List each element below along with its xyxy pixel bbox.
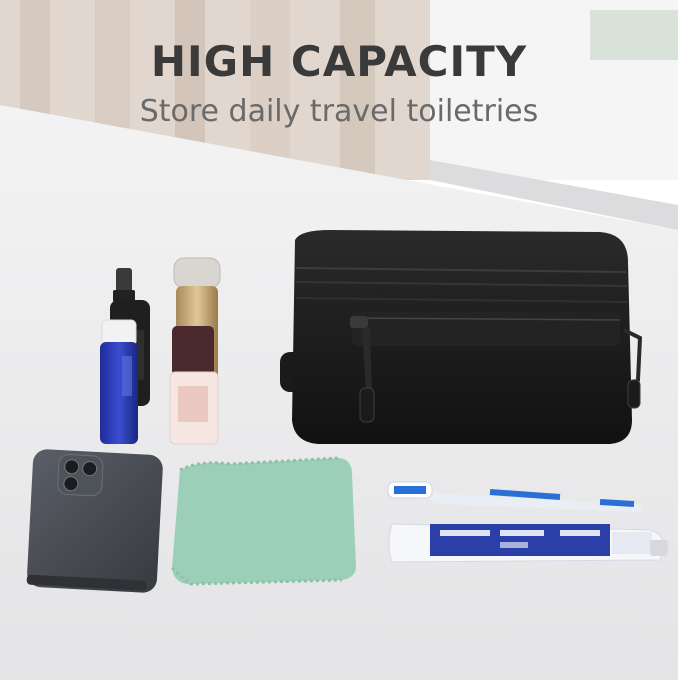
product-image: HIGH CAPACITY Store daily travel toiletr… [0,0,678,680]
headline: HIGH CAPACITY Store daily travel toiletr… [0,36,678,132]
small-pink-bottle [169,326,219,445]
smartphone [26,449,163,593]
toothpaste-tube [388,523,668,563]
blue-bottle [100,319,138,444]
green-towel [171,456,356,586]
headline-subtitle: Store daily travel toiletries [139,94,539,129]
toiletry-bag [280,230,643,444]
headline-title: HIGH CAPACITY [150,37,528,86]
